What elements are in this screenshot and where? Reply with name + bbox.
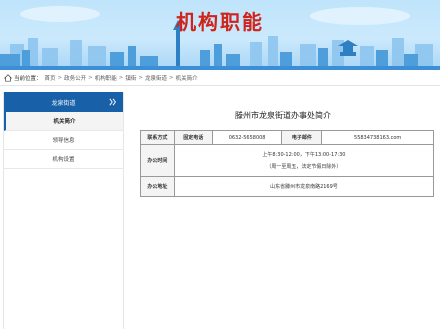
table-row-address: 办公地址 山东省滕州市龙泉南路2169号 bbox=[140, 176, 435, 197]
sidebar: 龙泉街道 机关简介 领导信息 机构设置 bbox=[3, 92, 124, 329]
hours-value: 上午8:30-12:00，下午13:00-17:30 （周一至周五，法定节假日除… bbox=[173, 144, 435, 177]
breadcrumb-longquan[interactable]: 龙泉街道 bbox=[145, 74, 167, 82]
sidebar-item-intro[interactable]: 机关简介 bbox=[4, 112, 123, 131]
breadcrumb-separator: > bbox=[118, 74, 124, 81]
hours-line-1: 上午8:30-12:00，下午13:00-17:30 bbox=[262, 151, 346, 158]
address-label: 办公地址 bbox=[140, 176, 175, 197]
breadcrumb-separator: > bbox=[88, 74, 93, 81]
sidebar-heading-label: 龙泉街道 bbox=[51, 99, 76, 107]
breadcrumb-home[interactable]: 首页 bbox=[45, 74, 56, 82]
breadcrumb-gov-open[interactable]: 政务公开 bbox=[64, 74, 86, 82]
sidebar-item-label: 机构设置 bbox=[52, 157, 75, 163]
sidebar-item-structure[interactable]: 机构设置 bbox=[4, 150, 123, 169]
header-banner: 机构职能 bbox=[0, 0, 440, 70]
hours-line-2: （周一至周五，法定节假日除外） bbox=[266, 163, 342, 170]
table-row-contact: 联系方式 固定电话 0632-5658008 电子邮件 55834738163.… bbox=[140, 130, 434, 145]
table-row-hours: 办公时间 上午8:30-12:00，下午13:00-17:30 （周一至周五，法… bbox=[140, 144, 435, 177]
info-table: 联系方式 固定电话 0632-5658008 电子邮件 55834738163.… bbox=[140, 130, 435, 197]
sidebar-item-label: 机关简介 bbox=[53, 119, 76, 125]
breadcrumb-current[interactable]: 机关简介 bbox=[176, 74, 198, 82]
banner-title: 机构职能 bbox=[176, 10, 264, 34]
hours-label: 办公时间 bbox=[140, 144, 175, 177]
address-value: 山东省滕州市龙泉南路2169号 bbox=[173, 176, 435, 197]
phone-value: 0632-5658008 bbox=[211, 130, 283, 145]
sidebar-item-label: 领导信息 bbox=[52, 138, 75, 144]
breadcrumb-separator: > bbox=[138, 74, 144, 81]
breadcrumb-town-street[interactable]: 镇街 bbox=[125, 74, 136, 82]
breadcrumb-org-function[interactable]: 机构职能 bbox=[95, 74, 117, 82]
breadcrumb-lead: 当前位置： bbox=[14, 75, 42, 82]
breadcrumb-separator: > bbox=[169, 74, 174, 81]
contact-label: 联系方式 bbox=[140, 130, 175, 145]
page-title: 滕州市龙泉街道办事处简介 bbox=[235, 111, 331, 120]
breadcrumb: 当前位置： 首页 > 政务公开 > 机构职能 > 镇街 > 龙泉街道 > 机关简… bbox=[0, 70, 440, 86]
double-chevron-right-icon bbox=[109, 98, 116, 106]
phone-label: 固定电话 bbox=[173, 130, 213, 145]
sidebar-heading[interactable]: 龙泉街道 bbox=[4, 92, 123, 112]
home-icon bbox=[4, 73, 12, 82]
email-label: 电子邮件 bbox=[281, 130, 323, 145]
breadcrumb-separator: > bbox=[57, 74, 63, 81]
sidebar-item-leaders[interactable]: 领导信息 bbox=[4, 131, 123, 150]
email-value[interactable]: 55834738163.com bbox=[321, 130, 434, 145]
